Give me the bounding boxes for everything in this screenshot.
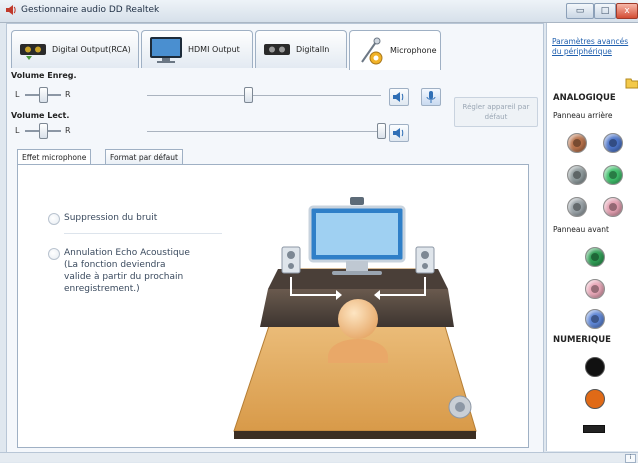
rear-jack[interactable] [567, 133, 587, 153]
front-jack[interactable] [585, 309, 605, 329]
tab-hdmi-output[interactable]: HDMI Output [141, 30, 253, 68]
record-volume-track [147, 95, 381, 96]
window-title: Gestionnaire audio DD Realtek [21, 5, 160, 15]
speaker-icon [393, 92, 404, 102]
monitor-icon [150, 36, 182, 63]
rear-jack[interactable] [567, 197, 587, 217]
tab-microphone[interactable]: Microphone [349, 30, 441, 70]
set-default-device-button[interactable]: Régler appareil par défaut [454, 97, 538, 127]
folder-icon[interactable] [625, 75, 638, 89]
digital-rca-jack[interactable] [585, 389, 605, 409]
maximize-icon: □ [600, 6, 610, 16]
minimize-button[interactable]: ▭ [566, 3, 594, 19]
advanced-settings-text: du périphérique [552, 47, 612, 56]
digital-input-icon [264, 43, 290, 55]
maximize-button[interactable]: □ [594, 3, 616, 19]
balance-right-label: R [65, 126, 71, 135]
echo-cancellation-note: valide à partir du prochain [64, 272, 184, 282]
device-tabs: Digital Output(RCA) HDMI Output DigitalI… [11, 30, 541, 70]
advanced-settings-link[interactable]: Paramètres avancés du périphérique [552, 37, 638, 57]
tab-default-format[interactable]: Format par défaut [105, 149, 183, 165]
speaker-icon [393, 128, 404, 138]
microphone-room-illustration [233, 197, 477, 439]
close-icon: x [624, 6, 630, 16]
balance-left-label: L [15, 126, 20, 135]
connector-panel: Paramètres avancés du périphérique ANALO… [546, 23, 638, 451]
record-volume-slider[interactable] [243, 87, 253, 103]
title-bar: Gestionnaire audio DD Realtek ▭ □ x [0, 0, 638, 23]
digital-coax-jack[interactable] [585, 357, 605, 377]
rear-jack[interactable] [603, 165, 623, 185]
playback-volume-slider[interactable] [377, 123, 386, 139]
rear-panel-label: Panneau arrière [553, 111, 613, 120]
front-panel-label: Panneau avant [553, 225, 609, 234]
microphone-boost-icon [426, 91, 436, 103]
record-volume-label: Volume Enreg. [11, 71, 77, 80]
microphone-icon [361, 37, 383, 64]
optical-port[interactable] [583, 425, 605, 433]
noise-suppression-label: Suppression du bruit [64, 213, 158, 223]
tab-label: DigitalIn [296, 45, 330, 54]
rear-jack[interactable] [603, 197, 623, 217]
front-jack[interactable] [585, 279, 605, 299]
tab-digital-in[interactable]: DigitalIn [255, 30, 347, 68]
info-button[interactable]: i [625, 454, 636, 463]
playback-volume-track [147, 131, 381, 132]
playback-volume-group: Volume Lect. L R [7, 110, 447, 144]
noise-suppression-radio[interactable] [48, 213, 60, 225]
rear-jack[interactable] [567, 165, 587, 185]
balance-right-label: R [65, 90, 71, 99]
main-panel: Digital Output(RCA) HDMI Output DigitalI… [6, 23, 544, 453]
digital-output-rca-icon [20, 43, 46, 60]
echo-cancellation-note: (La fonction deviendra [64, 260, 166, 270]
record-mute-button[interactable] [389, 88, 409, 106]
microphone-effects-panel: Suppression du bruit Annulation Echo Aco… [17, 164, 529, 448]
echo-cancellation-note: enregistrement.) [64, 284, 140, 294]
record-boost-button[interactable] [421, 88, 441, 106]
tab-label: Microphone [390, 46, 437, 55]
playback-mute-button[interactable] [389, 124, 409, 142]
record-volume-group: Volume Enreg. L R [7, 70, 447, 108]
front-jack[interactable] [585, 247, 605, 267]
rear-jack[interactable] [603, 133, 623, 153]
tab-label: HDMI Output [188, 45, 240, 54]
record-balance-slider[interactable] [39, 87, 48, 103]
divider [64, 233, 222, 234]
minimize-icon: ▭ [575, 6, 585, 16]
tab-label: Digital Output(RCA) [52, 45, 131, 54]
echo-cancellation-label: Annulation Echo Acoustique [64, 248, 190, 258]
playback-volume-label: Volume Lect. [11, 111, 70, 120]
speaker-app-icon [6, 5, 16, 15]
digital-section-title: NUMERIQUE [553, 335, 611, 345]
tab-digital-output-rca[interactable]: Digital Output(RCA) [11, 30, 139, 68]
echo-cancellation-radio[interactable] [48, 248, 60, 260]
close-button[interactable]: x [616, 3, 638, 19]
advanced-settings-text: Paramètres avancés [552, 37, 629, 46]
balance-left-label: L [15, 90, 20, 99]
analog-section-title: ANALOGIQUE [553, 93, 616, 103]
playback-balance-slider[interactable] [39, 123, 48, 139]
